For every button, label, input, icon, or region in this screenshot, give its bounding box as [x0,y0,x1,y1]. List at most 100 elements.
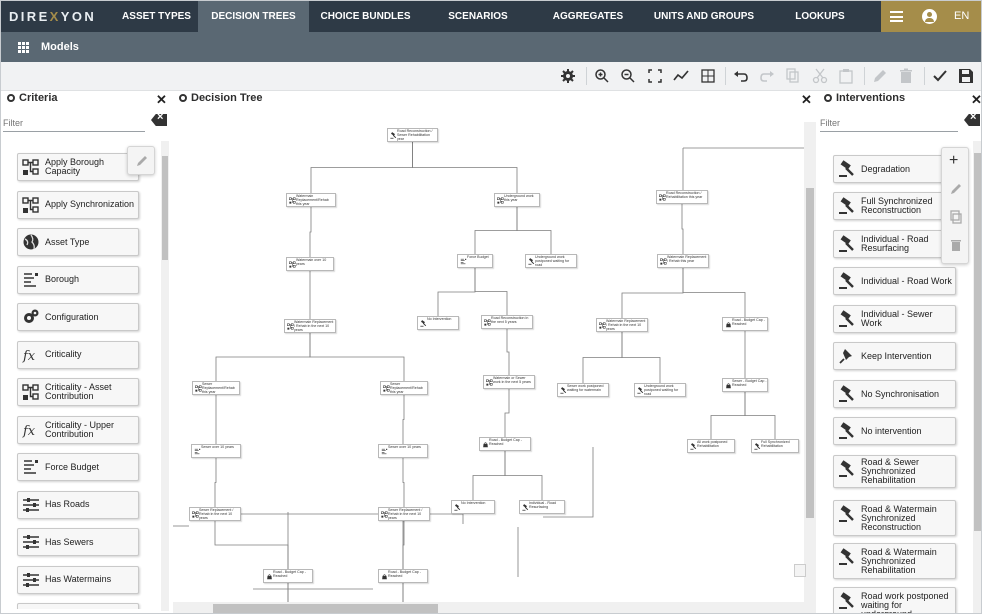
gear-icon[interactable] [560,68,576,84]
cut-icon[interactable] [812,68,828,84]
intervention-item[interactable]: Full Synchronized Reconstruction [833,192,956,220]
criteria-item[interactable]: Apply Borough Capacity [17,153,139,181]
intervention-item[interactable]: Individual - Sewer Work [833,305,956,333]
tree-node[interactable]: Underground work this year [494,193,540,207]
tree-node[interactable]: Underground work postponed waiting for r… [634,383,686,397]
models-title[interactable]: Models [41,41,79,53]
decision-tree-canvas[interactable]: Road Reconstruction / Sewer Rehabilitati… [173,107,816,602]
tree-node[interactable]: Road Reconstruction / Sewer Rehabilitati… [387,128,438,142]
criteria-item[interactable]: Borough [17,265,139,294]
tree-node[interactable]: Sewer Replacement/Rehab this year [192,381,240,395]
tree-close-icon[interactable]: ✕ [801,92,812,108]
tree-node[interactable]: Individual - Road Resurfacing [519,500,565,514]
tree-scroll-corner-button[interactable] [794,564,806,577]
intervention-item[interactable]: Road & Watermain Synchronized Rehabilita… [833,543,956,579]
intervention-item[interactable]: Individual - Road Resurfacing [833,230,956,258]
intervention-item[interactable]: No intervention [833,417,956,445]
tree-node[interactable]: No Intervention [451,500,495,514]
criteria-filter-input[interactable] [3,115,145,132]
trash-icon[interactable] [949,238,963,252]
tree-node[interactable]: Road - Budget Cap - Reached [378,569,428,583]
criteria-close-icon[interactable]: ✕ [156,92,167,108]
tree-node[interactable]: No Intervention [417,316,459,330]
zoom-out-icon[interactable] [620,68,636,84]
tree-vertical-scrollbar[interactable] [804,122,816,602]
tree-node[interactable]: Sewer work postponed waiting for waterma… [557,383,609,397]
intervention-item[interactable]: Keep Intervention [833,342,956,370]
tree-node[interactable]: Watermain over 10 years [286,257,334,271]
tab-lookups[interactable]: LOOKUPS [766,1,874,32]
hamburger-menu-icon[interactable] [890,11,903,22]
tree-node[interactable]: Road - Budget Cap - Reached [479,437,531,451]
criteria-item[interactable]: Asset Type [17,228,139,256]
pencil-icon[interactable] [135,154,149,168]
paste-icon[interactable] [838,68,854,84]
apps-grid-icon[interactable] [18,42,29,53]
tree-node[interactable]: Sewer over 10 years [378,444,428,458]
tree-node[interactable]: Watermain Replacement / Rehab in the nex… [596,318,648,332]
user-account-icon[interactable] [922,9,937,24]
tree-node[interactable]: Road Reconstruction in the next 5 years [481,315,533,329]
criteria-clear-filter-icon[interactable] [151,114,167,126]
fit-screen-icon[interactable] [647,68,663,84]
tree-node[interactable]: Road Reconstruction / Rehabilitation thi… [656,190,708,204]
grid-toggle-icon[interactable] [700,68,716,84]
tree-node[interactable]: Sewer Replacement / Rehab in the next 10… [378,507,430,521]
criteria-item[interactable]: Apply Synchronization [17,190,139,219]
criteria-item-partial[interactable] [17,603,139,609]
tree-node[interactable]: Watermain or Sewer work in the next 5 ye… [483,375,535,389]
tree-node[interactable]: Underground work postponed waiting for r… [525,254,577,268]
tree-node[interactable]: Full Synchronized Rehabilitation [751,439,799,453]
collapse-circle-icon[interactable] [7,94,15,102]
collapse-circle-icon[interactable] [824,94,832,102]
criteria-item[interactable]: fx Criticality - Upper Contribution [17,415,139,444]
intervention-item[interactable]: Road & Watermain Synchronized Reconstruc… [833,500,956,536]
edit-icon[interactable] [872,68,888,84]
zoom-in-icon[interactable] [594,68,610,84]
chart-line-icon[interactable] [673,68,689,84]
intervention-item[interactable]: Degradation [833,155,956,183]
interventions-scrollbar[interactable] [973,141,981,613]
criteria-scrollbar[interactable] [161,141,169,611]
language-selector[interactable]: EN [954,10,969,22]
tab-scenarios[interactable]: SCENARIOS [422,1,534,32]
copy-icon[interactable] [785,68,801,84]
interventions-close-icon[interactable]: ✕ [971,92,981,108]
criteria-item[interactable]: Force Budget [17,453,139,481]
tree-horizontal-scrollbar[interactable] [173,602,816,613]
tree-node[interactable]: Sewer over 10 years [191,444,241,458]
criteria-filter[interactable] [3,113,145,132]
tab-units-and-groups[interactable]: UNITS AND GROUPS [642,1,766,32]
criteria-item[interactable]: fx Criticality [17,340,139,369]
delete-icon[interactable] [898,68,914,84]
save-icon[interactable] [958,68,974,84]
copy-icon[interactable] [949,210,963,224]
tree-node[interactable]: Road - Budget Cap - Reached [263,569,313,583]
criteria-item[interactable]: Configuration [17,303,139,331]
interventions-clear-filter-icon[interactable] [964,114,980,126]
tree-node[interactable]: Force Budget [457,254,493,268]
pencil-icon[interactable] [949,182,963,196]
tree-node[interactable]: Sewer Replacement / Rehab in the next 10… [189,507,241,521]
criteria-item[interactable]: Criticality - Asset Contribution [17,378,139,406]
intervention-item[interactable]: No Synchronisation [833,380,956,408]
collapse-circle-icon[interactable] [179,94,187,102]
interventions-filter[interactable] [820,113,958,132]
redo-icon[interactable] [759,68,775,84]
tree-node[interactable]: All work postponed Rehabilitation [687,439,735,453]
check-icon[interactable] [932,68,948,84]
tree-node[interactable]: Watermain Replacement / Rehab in the nex… [284,319,336,333]
tab-decision-trees[interactable]: DECISION TREES [198,1,309,32]
undo-icon[interactable] [733,68,749,84]
tree-node[interactable]: Watermain Replacement / Rehab this year [657,254,709,268]
add-icon[interactable]: + [949,152,958,170]
tree-node[interactable]: Sewer Replacement/Rehab this year [380,381,428,395]
tab-choice-bundles[interactable]: CHOICE BUNDLES [309,1,422,32]
criteria-item[interactable]: Has Roads [17,490,139,519]
criteria-item[interactable]: Has Watermains [17,565,139,594]
tab-aggregates[interactable]: AGGREGATES [534,1,642,32]
interventions-filter-input[interactable] [820,115,958,132]
tree-node[interactable]: Road - Budget Cap - Reached [722,317,768,331]
intervention-item[interactable]: Road & Sewer Synchronized Rehabilitation [833,455,956,488]
intervention-item[interactable]: Road work postponed waiting for undergro… [833,587,956,613]
